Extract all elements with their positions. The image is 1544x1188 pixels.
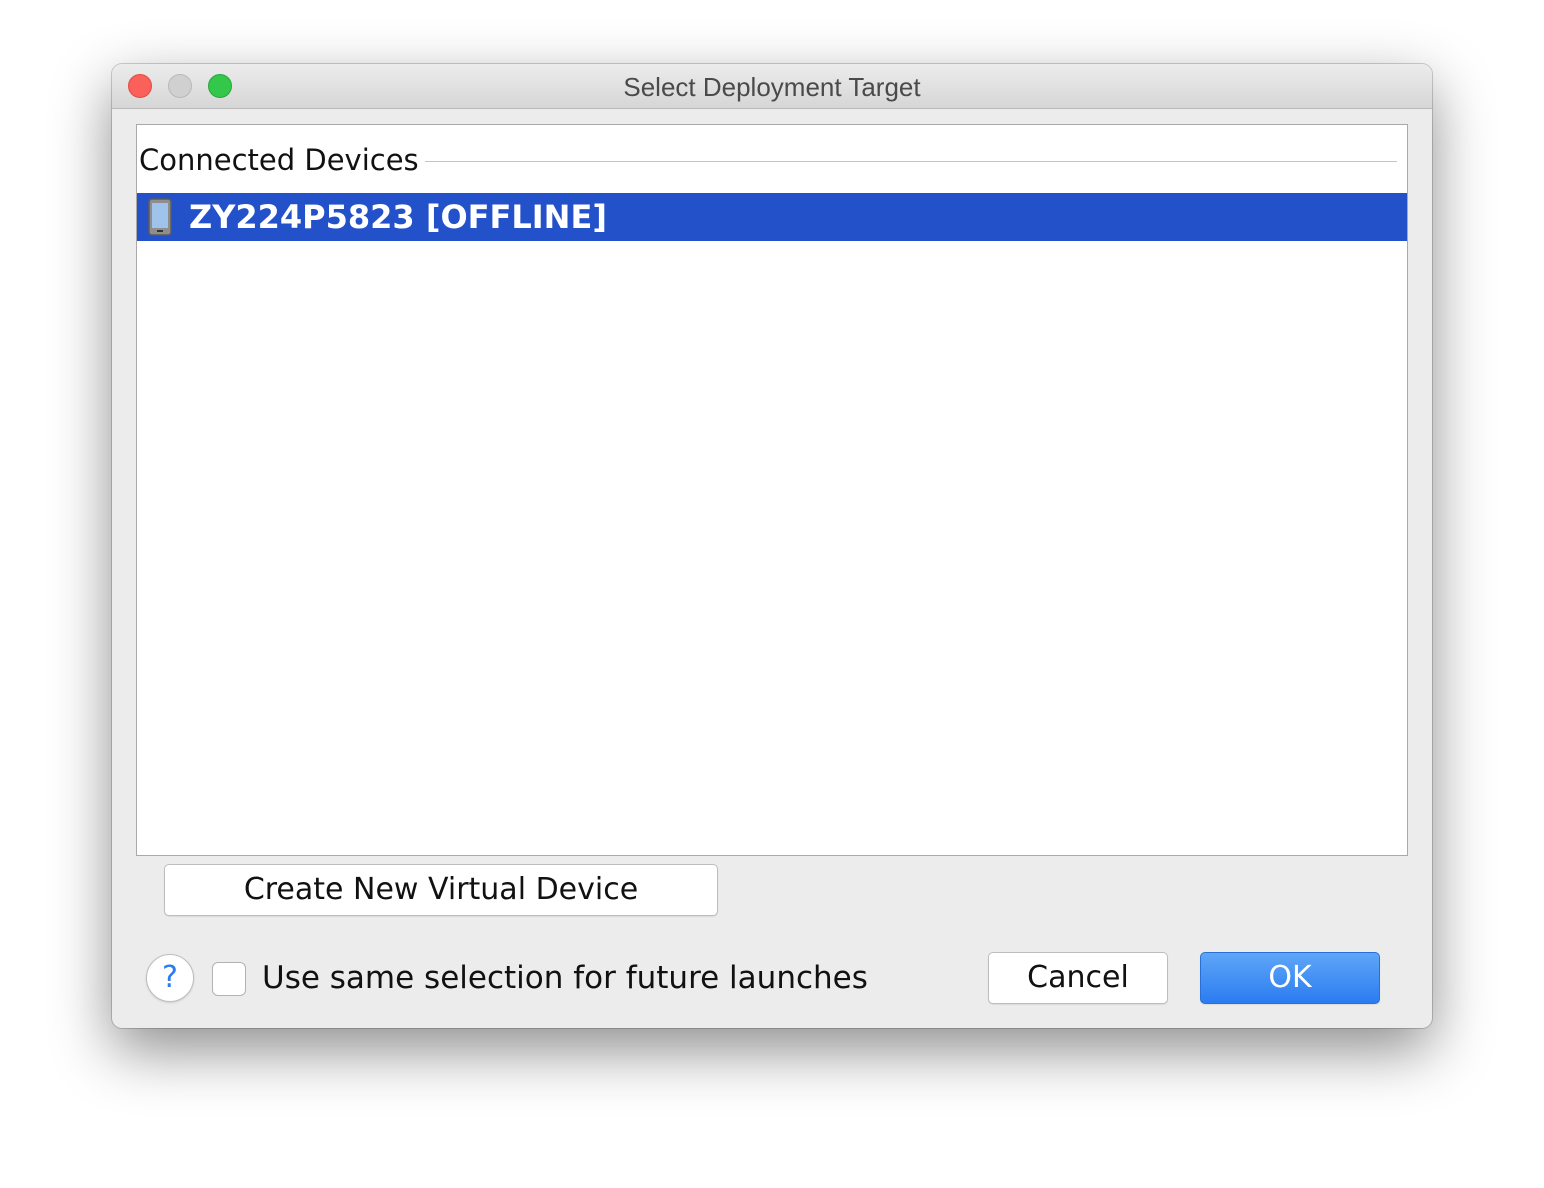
- device-label: ZY224P5823 [OFFLINE]: [189, 198, 607, 236]
- section-divider: [425, 161, 1397, 162]
- title-bar[interactable]: Select Deployment Target: [112, 64, 1432, 109]
- phone-icon: [148, 198, 172, 236]
- section-title: Connected Devices: [139, 143, 419, 177]
- remember-selection-label[interactable]: Use same selection for future launches: [262, 956, 868, 1000]
- help-icon: ?: [162, 960, 178, 995]
- window-title: Select Deployment Target: [623, 72, 921, 102]
- help-button[interactable]: ?: [146, 954, 194, 1002]
- device-list-panel: Connected Devices ZY224P5823 [OFFLINE]: [136, 124, 1408, 856]
- deployment-target-dialog: Select Deployment Target Connected Devic…: [112, 64, 1432, 1028]
- remember-selection-checkbox[interactable]: [212, 962, 246, 996]
- section-header: Connected Devices: [139, 139, 1397, 179]
- ok-button[interactable]: OK: [1200, 952, 1380, 1004]
- device-row[interactable]: ZY224P5823 [OFFLINE]: [137, 193, 1407, 241]
- create-virtual-device-button[interactable]: Create New Virtual Device: [164, 864, 718, 916]
- cancel-button[interactable]: Cancel: [988, 952, 1168, 1004]
